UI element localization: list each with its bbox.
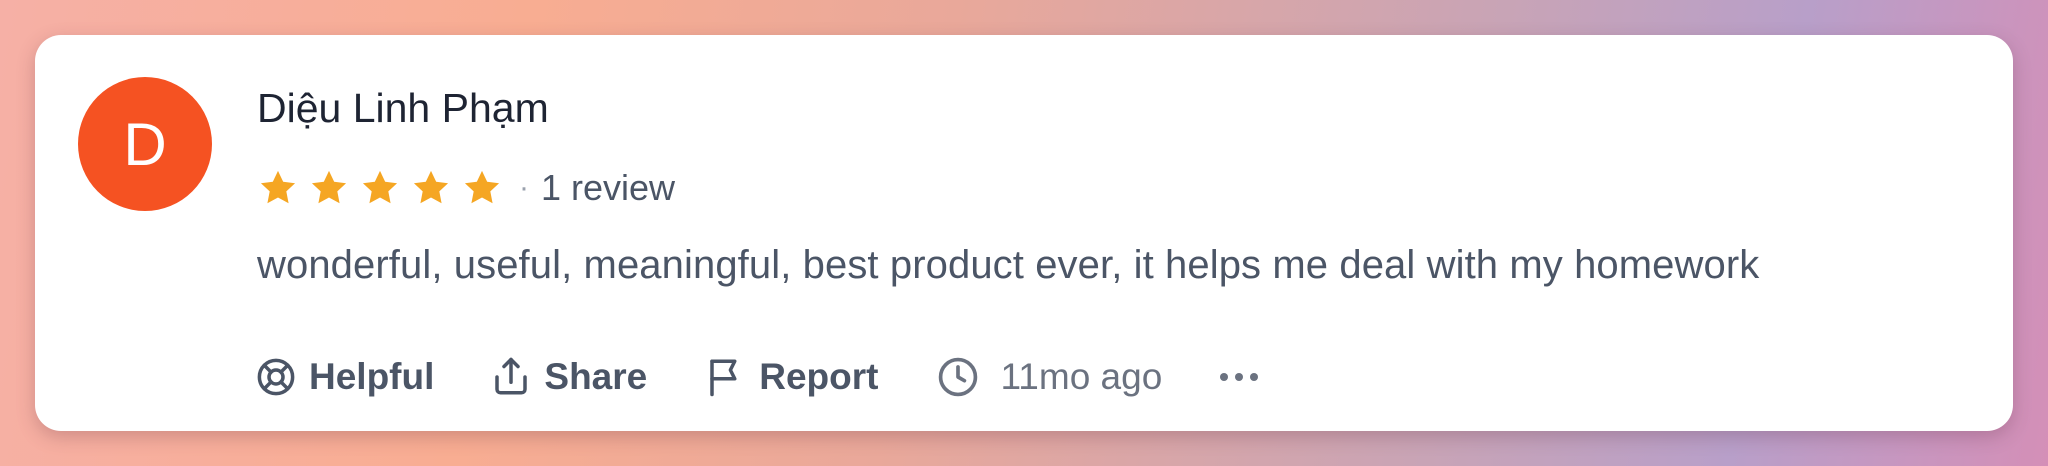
ellipsis-icon [1220,373,1229,381]
helpful-button[interactable]: Helpful [255,356,434,398]
more-options-button[interactable] [1220,373,1259,381]
review-timestamp: 11mo ago [936,355,1162,399]
author-name[interactable]: Diệu Linh Phạm [257,85,549,132]
star-rating [257,167,503,209]
report-label: Report [759,356,879,397]
star-icon [461,167,503,209]
share-icon [495,357,528,395]
avatar[interactable]: D [78,77,212,211]
star-icon [257,167,299,209]
clock-icon [939,357,978,397]
share-label: Share [544,356,648,397]
timestamp-label: 11mo ago [1000,356,1163,397]
review-card: D Diệu Linh Phạm · 1 review wonderful, u… [35,35,2013,431]
star-icon [359,167,401,209]
helpful-label: Helpful [309,356,435,397]
ellipsis-icon [1235,373,1244,381]
review-text: wonderful, useful, meaningful, best prod… [257,243,1760,287]
rating-row: · 1 review [257,163,675,213]
separator-dot: · [519,171,529,204]
star-icon [410,167,452,209]
star-icon [308,167,350,209]
ellipsis-icon [1250,373,1259,381]
report-button[interactable]: Report [705,356,878,398]
flag-icon [710,359,737,397]
review-actions: Helpful Share Report 11mo ago [255,347,1259,407]
review-count[interactable]: 1 review [541,167,675,209]
avatar-initial: D [123,110,167,178]
lifebuoy-icon [257,358,295,396]
share-button[interactable]: Share [490,356,647,398]
